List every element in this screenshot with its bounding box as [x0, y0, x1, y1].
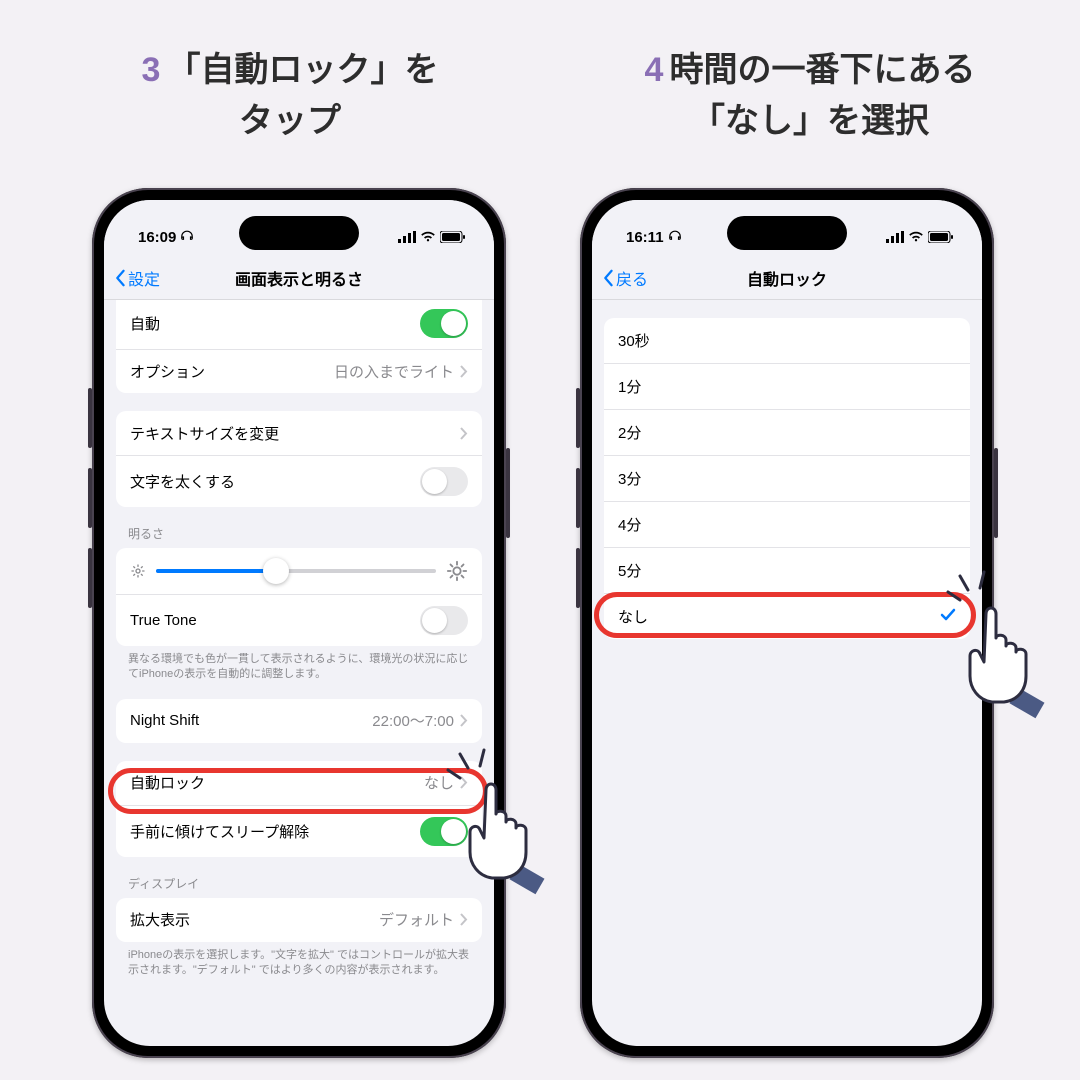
dynamic-island [727, 216, 847, 250]
sun-small-icon [130, 563, 146, 579]
row-nightshift-value: 22:00〜7:00 [372, 710, 454, 731]
autolock-option-label: なし [618, 606, 648, 627]
step-4-line2: 「なし」を選択 [691, 102, 929, 140]
row-truetone[interactable]: True Tone [116, 594, 482, 646]
nav-back-label: 戻る [616, 266, 648, 290]
row-bold-label: 文字を太くする [130, 471, 235, 492]
bold-switch[interactable] [420, 467, 468, 496]
auto-switch[interactable] [420, 309, 468, 338]
row-nightshift[interactable]: Night Shift 22:00〜7:00 [116, 699, 482, 743]
brightness-slider[interactable] [156, 569, 436, 573]
row-auto[interactable]: 自動 [116, 300, 482, 349]
headphones-icon [668, 230, 682, 244]
nav-bar: 設定 画面表示と明るさ [104, 256, 494, 300]
step-3-line2: タップ [239, 102, 341, 140]
autolock-option-label: 1分 [618, 376, 641, 397]
autolock-option[interactable]: なし [604, 593, 970, 639]
step-4-number: 4 [645, 51, 664, 89]
row-auto-label: 自動 [130, 313, 160, 334]
chevron-right-icon [460, 365, 468, 378]
appearance-group: 自動 オプション 日の入までライト [116, 300, 482, 393]
step-3-header: 3「自動ロック」を タップ [40, 45, 540, 147]
row-truetone-label: True Tone [130, 612, 197, 629]
pointer-hand-icon [448, 770, 558, 900]
chevron-right-icon [460, 714, 468, 727]
row-textsize-label: テキストサイズを変更 [130, 423, 279, 444]
chevron-left-icon [602, 269, 614, 287]
row-zoom-label: 拡大表示 [130, 909, 190, 930]
nav-title: 画面表示と明るさ [104, 266, 494, 290]
row-bold[interactable]: 文字を太くする [116, 455, 482, 507]
autolock-option-label: 3分 [618, 468, 641, 489]
zoom-note: iPhoneの表示を選択します。"文字を拡大" ではコントロールが拡大表示されま… [128, 948, 470, 979]
chevron-left-icon [114, 269, 126, 287]
settings-content[interactable]: 自動 オプション 日の入までライト テキストサイズを変更 文字を太くする [104, 300, 494, 1046]
truetone-switch[interactable] [420, 606, 468, 635]
nav-back-button[interactable]: 設定 [104, 266, 160, 290]
phone-step-4: 16:11 戻る 自動ロック 30秒 1分 2分 3分 4分 5分なし [580, 188, 994, 1058]
cellular-icon [398, 231, 416, 243]
row-autolock[interactable]: 自動ロック なし [116, 761, 482, 805]
autolock-option-label: 2分 [618, 422, 641, 443]
display-header: ディスプレイ [128, 875, 470, 892]
autolock-option[interactable]: 4分 [604, 501, 970, 547]
headphones-icon [180, 230, 194, 244]
brightness-slider-row[interactable] [116, 548, 482, 594]
nav-bar: 戻る 自動ロック [592, 256, 982, 300]
autolock-option[interactable]: 3分 [604, 455, 970, 501]
autolock-option-label: 4分 [618, 514, 641, 535]
autolock-option-label: 5分 [618, 560, 641, 581]
row-option-value: 日の入までライト [334, 361, 454, 382]
step-4-line1: 時間の一番下にある [669, 51, 975, 89]
autolock-option[interactable]: 30秒 [604, 318, 970, 363]
autolock-options: 30秒 1分 2分 3分 4分 5分なし [604, 318, 970, 639]
status-time: 16:11 [626, 229, 664, 246]
chevron-right-icon [460, 913, 468, 926]
row-autolock-label: 自動ロック [130, 772, 205, 793]
phone-step-3: 16:09 設定 画面表示と明るさ 自動 [92, 188, 506, 1058]
step-3-number: 3 [142, 51, 161, 89]
dynamic-island [239, 216, 359, 250]
cellular-icon [886, 231, 904, 243]
chevron-right-icon [460, 427, 468, 440]
row-raise-label: 手前に傾けてスリープ解除 [130, 821, 309, 842]
row-option-label: オプション [130, 361, 205, 382]
autolock-option[interactable]: 2分 [604, 409, 970, 455]
sun-large-icon [446, 560, 468, 582]
autolock-option-label: 30秒 [618, 330, 650, 351]
wifi-icon [420, 231, 436, 243]
nav-back-label: 設定 [128, 266, 160, 290]
autolock-content[interactable]: 30秒 1分 2分 3分 4分 5分なし [592, 300, 982, 1046]
nav-title: 自動ロック [592, 266, 982, 290]
row-nightshift-label: Night Shift [130, 712, 199, 729]
pointer-hand-icon [948, 594, 1058, 724]
row-option[interactable]: オプション 日の入までライト [116, 349, 482, 393]
battery-icon [440, 231, 466, 243]
wifi-icon [908, 231, 924, 243]
row-zoom[interactable]: 拡大表示 デフォルト [116, 898, 482, 942]
step-4-header: 4時間の一番下にある 「なし」を選択 [560, 45, 1060, 147]
text-group: テキストサイズを変更 文字を太くする [116, 411, 482, 507]
brightness-group: True Tone [116, 548, 482, 646]
row-raise[interactable]: 手前に傾けてスリープ解除 [116, 805, 482, 857]
status-time: 16:09 [138, 229, 176, 246]
battery-icon [928, 231, 954, 243]
brightness-header: 明るさ [128, 525, 470, 542]
nightshift-group: Night Shift 22:00〜7:00 [116, 699, 482, 743]
autolock-option[interactable]: 5分 [604, 547, 970, 593]
row-textsize[interactable]: テキストサイズを変更 [116, 411, 482, 455]
row-zoom-value: デフォルト [379, 909, 454, 930]
truetone-note: 異なる環境でも色が一貫して表示されるように、環境光の状況に応じてiPhoneの表… [128, 652, 470, 683]
autolock-option[interactable]: 1分 [604, 363, 970, 409]
display-group: 拡大表示 デフォルト [116, 898, 482, 942]
autolock-group: 自動ロック なし 手前に傾けてスリープ解除 [116, 761, 482, 857]
step-3-line1: 「自動ロック」を [166, 51, 438, 89]
nav-back-button[interactable]: 戻る [592, 266, 648, 290]
